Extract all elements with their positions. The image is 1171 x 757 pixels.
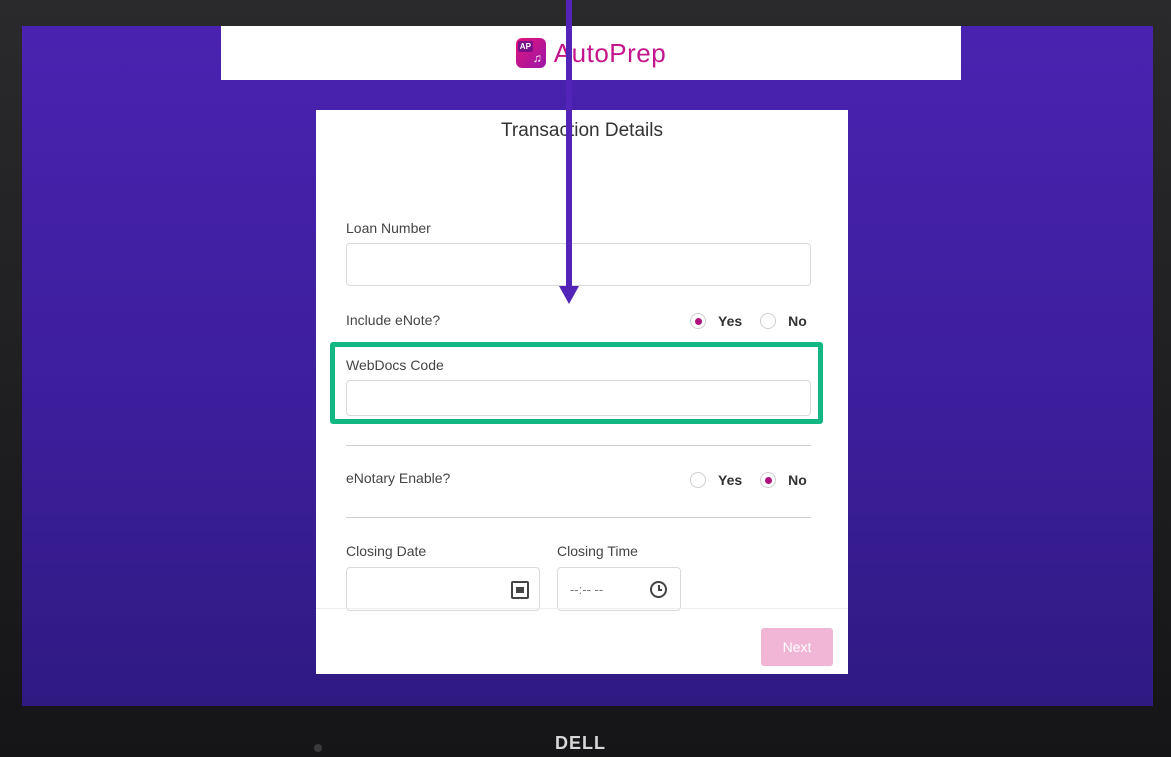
enotary-enable-label: eNotary Enable?: [346, 470, 451, 486]
clock-icon[interactable]: [650, 581, 667, 598]
divider: [346, 445, 811, 446]
arrow-down-icon: [559, 286, 579, 304]
enotary-no-label: No: [788, 472, 807, 488]
closing-time-placeholder: --:-- --: [570, 582, 604, 597]
include-enote-yes-radio[interactable]: [690, 313, 706, 329]
enotary-yes-label: Yes: [718, 472, 743, 488]
include-enote-yes-label: Yes: [718, 313, 743, 329]
include-enote-radio-group: Yes No: [690, 313, 807, 329]
enotary-radio-group: Yes No: [690, 472, 807, 488]
include-enote-no-radio[interactable]: [760, 313, 777, 329]
loan-number-label: Loan Number: [346, 220, 431, 236]
enotary-yes-radio[interactable]: [690, 472, 706, 488]
closing-date-input[interactable]: [346, 567, 540, 611]
webdocs-highlight-box: [330, 342, 823, 424]
next-button[interactable]: Next: [761, 628, 833, 666]
logo-badge: AP: [517, 41, 533, 52]
laptop-frame: AP ♫ AutoPrep Transaction Details Loan N…: [0, 0, 1171, 757]
annotation-arrow-line: [566, 0, 572, 288]
card-title: Transaction Details: [501, 120, 663, 141]
loan-number-input[interactable]: [346, 243, 811, 286]
include-enote-label: Include eNote?: [346, 312, 441, 328]
dell-logo: DELL: [555, 733, 606, 753]
closing-time-label: Closing Time: [557, 543, 638, 559]
closing-date-label: Closing Date: [346, 543, 427, 559]
app-header: AP ♫ AutoPrep: [221, 26, 961, 80]
divider: [346, 517, 811, 518]
screen: AP ♫ AutoPrep Transaction Details Loan N…: [22, 26, 1153, 706]
enotary-no-radio[interactable]: [760, 472, 777, 488]
webcam: [314, 744, 322, 752]
autoprep-logo-icon: AP ♫: [515, 38, 546, 68]
include-enote-no-label: No: [788, 313, 807, 329]
music-note-icon: ♫: [532, 51, 542, 65]
calendar-icon[interactable]: [511, 581, 529, 599]
footer-divider: [316, 608, 848, 609]
closing-time-input[interactable]: --:-- --: [557, 567, 681, 611]
